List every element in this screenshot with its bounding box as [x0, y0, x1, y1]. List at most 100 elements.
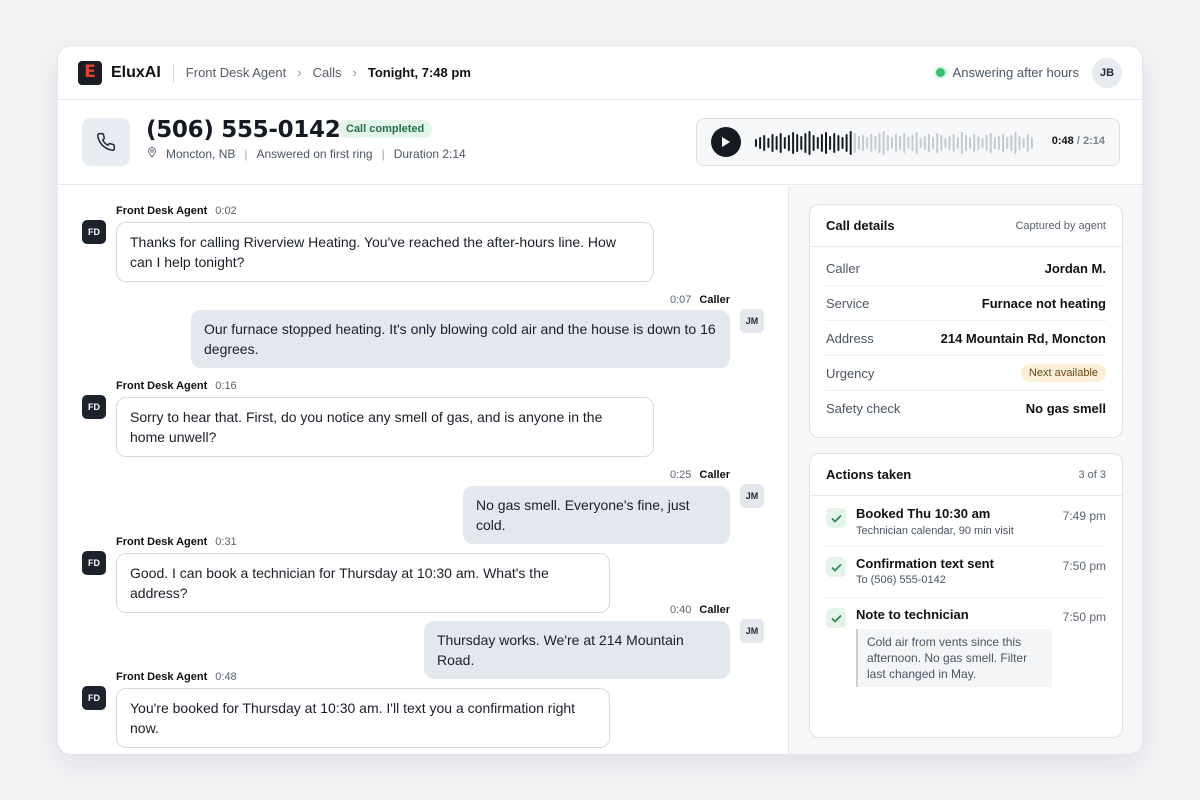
caller-avatar: JM [740, 619, 764, 643]
message-timestamp: 0:25 [670, 469, 692, 481]
action-item[interactable]: Booked Thu 10:30 am Technician calendar,… [826, 496, 1106, 547]
waveform-bar [804, 133, 807, 153]
action-item[interactable]: Note to technician 7:50 pm Cold air from… [826, 598, 1106, 698]
waveform-bar [837, 135, 840, 151]
call-details-card: Call details Captured by agent Caller Jor… [809, 204, 1123, 438]
waveform-bar [960, 132, 963, 154]
waveform-bar [973, 134, 976, 152]
waveform-bar [874, 136, 877, 150]
waveform-bar [903, 133, 906, 153]
app-window: E EluxAI Front Desk Agent › Calls › Toni… [57, 45, 1143, 755]
breadcrumb-current: Tonight, 7:48 pm [367, 65, 471, 80]
waveform-bar [927, 134, 930, 152]
status-text: Answering after hours [952, 65, 1079, 80]
waveform-bar [755, 139, 757, 147]
waveform-bar [895, 134, 897, 152]
waveform-bar [1010, 135, 1013, 151]
call-duration: Duration 2:14 [393, 146, 466, 161]
speaker-name: Front Desk Agent [116, 536, 208, 548]
waveform-bar [820, 134, 823, 152]
audio-player: 0:48 / 2:14 [696, 118, 1120, 166]
message-header: Front Desk Agent 0:31 [116, 536, 237, 548]
waveform-bar [952, 134, 955, 152]
technician-note: Cold air from vents since this afternoon… [856, 629, 1052, 687]
waveform-bar [1030, 137, 1033, 149]
status-dot-icon [935, 68, 945, 77]
message-timestamp: 0:16 [215, 380, 237, 392]
call-header: (506) 555-0142 Call completed Moncton, N… [58, 100, 1142, 185]
waveform-bar [845, 134, 848, 152]
caller-message: Our furnace stopped heating. It's only b… [191, 310, 730, 368]
message-header: 0:25 Caller [670, 469, 730, 481]
agent-avatar: FD [82, 686, 106, 710]
waveform-bar [866, 137, 869, 149]
user-avatar[interactable]: JB [1092, 57, 1122, 88]
message-timestamp: 0:31 [215, 536, 237, 548]
waveform-bar [1014, 132, 1017, 154]
details-sidebar: Call details Captured by agent Caller Jor… [789, 186, 1142, 754]
waveform-bar [763, 135, 766, 151]
waveform-bar [812, 135, 815, 151]
detail-row-caller: Caller Jordan M. [826, 251, 1106, 286]
logo-mark: E [78, 60, 102, 85]
call-location: Moncton, NB [166, 146, 236, 161]
detail-row-urgency: Urgency Next available [826, 356, 1106, 391]
waveform-bar [1018, 136, 1021, 150]
check-icon [826, 557, 846, 577]
speaker-name: Front Desk Agent [116, 205, 208, 217]
waveform-bar [886, 135, 889, 151]
caller-avatar: JM [740, 484, 764, 508]
call-status-badge: Call completed [338, 120, 433, 138]
play-icon [722, 137, 730, 147]
agent-message: Good. I can book a technician for Thursd… [116, 553, 610, 613]
waveform-bar [783, 137, 786, 149]
speaker-name: Front Desk Agent [116, 380, 208, 392]
waveform-bar [911, 135, 914, 151]
waveform-bar [800, 136, 803, 150]
waveform-bar [825, 132, 827, 154]
waveform-bar [882, 131, 885, 155]
breadcrumb-calls[interactable]: Calls [313, 65, 342, 80]
waveform-bar [919, 138, 922, 148]
waveform-bar [936, 133, 939, 153]
waveform-bar [915, 132, 918, 154]
detail-row-safety: Safety check No gas smell [826, 401, 1106, 416]
agent-status: Answering after hours [935, 65, 1079, 80]
waveform-bar [771, 134, 774, 152]
check-icon [826, 508, 846, 528]
waveform-bar [1026, 134, 1029, 152]
waveform-bar [993, 137, 996, 149]
waveform-bar [779, 133, 782, 153]
waveform-bar [907, 137, 910, 149]
message-header: Front Desk Agent 0:02 [116, 205, 237, 217]
call-meta: Moncton, NB | Answered on first ring | D… [146, 146, 466, 161]
waveform-bar [878, 133, 881, 153]
caller-message: No gas smell. Everyone's fine, just cold… [463, 486, 730, 544]
divider [172, 62, 174, 83]
speaker-name: Front Desk Agent [116, 671, 208, 683]
speaker-name: Caller [699, 469, 730, 481]
caller-message: Thursday works. We're at 214 Mountain Ro… [424, 621, 730, 679]
breadcrumb-front-desk-agent[interactable]: Front Desk Agent [186, 65, 286, 80]
message-timestamp: 0:48 [215, 671, 237, 683]
message-header: Front Desk Agent 0:48 [116, 671, 237, 683]
speaker-name: Caller [699, 294, 730, 306]
waveform-bar [940, 135, 943, 151]
playback-total: 2:14 [1082, 135, 1105, 147]
message-timestamp: 0:07 [670, 294, 692, 306]
agent-avatar: FD [82, 395, 106, 419]
waveform-bar [899, 136, 902, 150]
check-icon [826, 608, 846, 628]
message-header: 0:07 Caller [670, 294, 730, 306]
play-button[interactable] [711, 127, 741, 157]
waveform-bar [759, 137, 762, 149]
waveform-bar [965, 135, 967, 151]
agent-message: Thanks for calling Riverview Heating. Yo… [116, 222, 654, 282]
top-bar: E EluxAI Front Desk Agent › Calls › Toni… [58, 46, 1142, 100]
speaker-name: Caller [699, 604, 730, 616]
caller-avatar: JM [740, 309, 764, 333]
waveform-bar [862, 135, 865, 151]
action-item[interactable]: Confirmation text sent To (506) 555-0142… [826, 547, 1106, 598]
waveform-bar [849, 131, 852, 155]
audio-waveform[interactable] [755, 129, 1035, 157]
